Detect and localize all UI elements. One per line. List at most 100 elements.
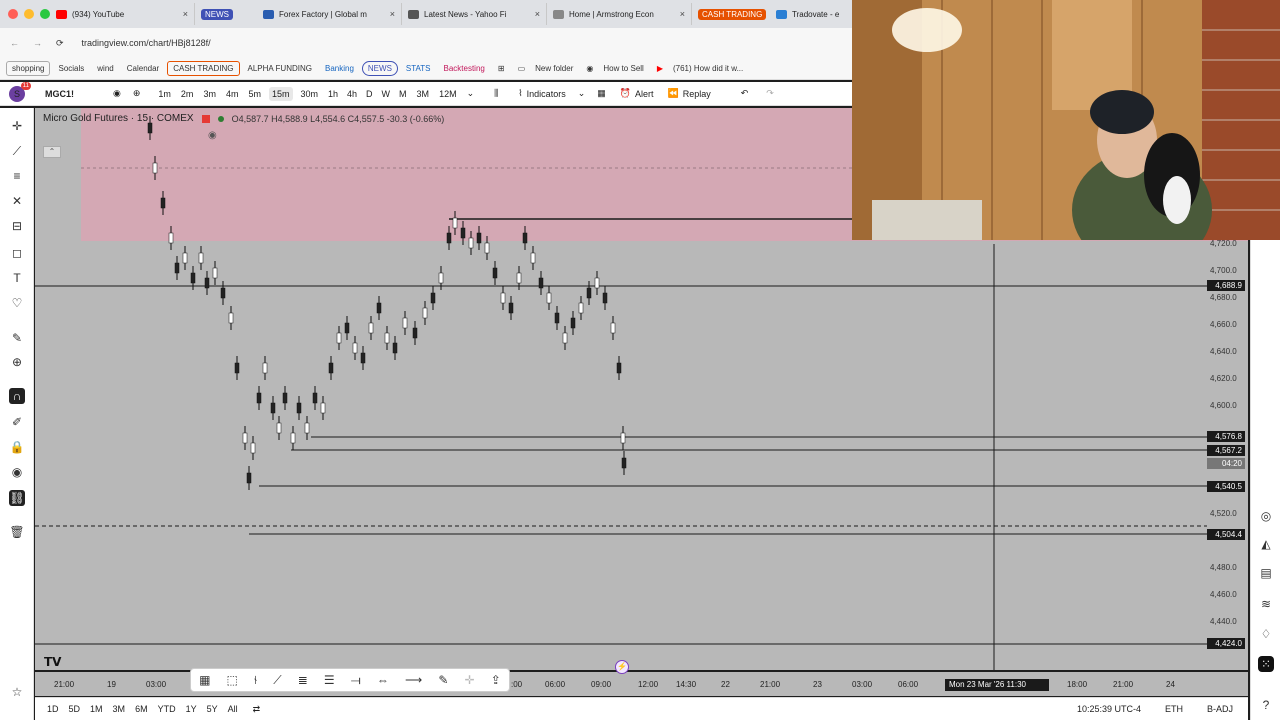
bookmark-youtube-video[interactable]: (761) How did it w... — [668, 62, 748, 75]
range-ytd[interactable]: YTD — [158, 704, 176, 714]
interval-d[interactable]: D — [366, 89, 373, 99]
range-3m[interactable]: 3M — [113, 704, 126, 714]
layout-icon[interactable]: ▦ — [597, 88, 606, 99]
collapse-legend-icon[interactable]: ⌃ — [43, 146, 61, 158]
chevron-down-icon[interactable]: ⌄ — [467, 88, 475, 99]
undo-icon[interactable]: ↶ — [741, 88, 749, 99]
heart-icon[interactable]: ♡ — [9, 295, 25, 311]
close-tab-icon[interactable]: × — [680, 9, 685, 19]
bookmark-new-folder[interactable]: New folder — [530, 62, 578, 75]
bookmark-news[interactable]: NEWS — [361, 61, 398, 76]
text-icon[interactable]: T — [9, 270, 25, 286]
apps-grid-icon[interactable]: ⊞ — [493, 62, 510, 75]
range-5y[interactable]: 5Y — [207, 704, 218, 714]
vertical-line-icon[interactable]: ⫮ — [254, 673, 257, 688]
date-range-icon[interactable]: ⇄ — [253, 704, 261, 715]
interval-30m[interactable]: 30m — [301, 89, 319, 99]
cash-trading-tab-group[interactable]: CASH TRADING — [692, 3, 770, 25]
back-icon[interactable]: ← — [10, 38, 19, 48]
browser-tab[interactable]: Home | Armstrong Econ × — [547, 3, 692, 25]
eye-icon[interactable]: ◉ — [113, 88, 121, 99]
apps-icon[interactable]: ⁙ — [1258, 656, 1274, 672]
session-toggle[interactable]: ETH — [1165, 704, 1183, 714]
browser-tab[interactable]: Forex Factory | Global m × — [257, 3, 402, 25]
flag-icon[interactable] — [201, 114, 210, 123]
redo-icon[interactable]: ↷ — [766, 88, 774, 99]
interval-m[interactable]: M — [399, 89, 407, 99]
bookmark-banking[interactable]: Banking — [320, 62, 359, 75]
crosshair-icon[interactable]: ✛ — [9, 118, 25, 134]
export-icon[interactable]: ⇪ — [491, 673, 501, 687]
channel-icon[interactable]: ☰ — [324, 673, 335, 687]
brush-icon[interactable]: ✎ — [438, 673, 448, 687]
magnet-icon[interactable]: ∩ — [9, 388, 25, 404]
symbol-search[interactable]: MGC1! — [45, 89, 105, 99]
interval-15m[interactable]: 15m — [268, 86, 293, 101]
reload-icon[interactable]: ⟳ — [56, 38, 64, 49]
bookmark-wind[interactable]: wind — [92, 62, 118, 75]
range-icon[interactable]: ⇔ — [377, 673, 389, 687]
interval-5m[interactable]: 5m — [248, 89, 261, 99]
zoom-window-button[interactable] — [40, 9, 50, 19]
bookmark-how-to-sell[interactable]: How to Sell — [598, 62, 648, 75]
range-5d[interactable]: 5D — [69, 704, 81, 714]
lightning-icon[interactable]: ⚡ — [615, 660, 629, 674]
minimize-window-button[interactable] — [24, 9, 34, 19]
eye-icon[interactable]: ◉ — [208, 130, 217, 141]
news-tab-group[interactable]: NEWS — [195, 3, 257, 25]
close-tab-icon[interactable]: × — [390, 9, 395, 19]
browser-tab[interactable]: Latest News - Yahoo Fi × — [402, 3, 547, 25]
grid-icon[interactable]: ▦ — [199, 673, 210, 687]
layers-icon[interactable]: ◭ — [1258, 536, 1274, 552]
interval-1h[interactable]: 1h — [328, 89, 338, 99]
bookmark-shopping[interactable]: shopping — [6, 61, 51, 76]
horizontal-ray-icon[interactable]: ⟞ — [351, 673, 361, 688]
arrow-icon[interactable]: ⟶ — [405, 673, 422, 687]
interval-4m[interactable]: 4m — [226, 89, 239, 99]
rectangle-icon[interactable]: ⬚ — [227, 673, 238, 687]
pattern-icon[interactable]: ✕ — [9, 193, 25, 209]
lock-icon[interactable]: 🔒 — [9, 439, 25, 455]
bookmark-stats[interactable]: STATS — [401, 62, 436, 75]
forward-icon[interactable]: → — [33, 38, 42, 48]
range-all[interactable]: All — [228, 704, 238, 714]
interval-4h[interactable]: 4h — [347, 89, 357, 99]
favorites-icon[interactable]: ☆ — [9, 684, 25, 700]
help-icon[interactable]: ? — [1258, 697, 1274, 713]
close-tab-icon[interactable]: × — [183, 9, 188, 19]
target-icon[interactable]: ◎ — [1258, 508, 1274, 524]
calendar-icon[interactable]: ▤ — [1258, 565, 1274, 581]
zoom-icon[interactable]: ⊕ — [9, 354, 25, 370]
url-field[interactable]: tradingview.com/chart/HBj8128f/ — [82, 38, 211, 48]
bookmark-cash-trading[interactable]: CASH TRADING — [167, 61, 240, 76]
symbol-title[interactable]: Micro Gold Futures · 15 · COMEX — [43, 113, 194, 124]
range-1m[interactable]: 1M — [90, 704, 103, 714]
link-icon[interactable]: ⛓ — [9, 490, 25, 506]
fib-icon[interactable]: ≡ — [9, 168, 25, 184]
interval-1m[interactable]: 1m — [158, 89, 171, 99]
bookmark-alpha-funding[interactable]: ALPHA FUNDING — [243, 62, 317, 75]
trendline-icon[interactable]: ⟋ — [9, 143, 25, 159]
clock-display[interactable]: 10:25:39 UTC-4 — [1077, 704, 1141, 714]
chevron-down-icon[interactable]: ⌄ — [578, 88, 586, 99]
trendline-icon[interactable]: ⟋ — [273, 673, 281, 688]
bookmark-socials[interactable]: Socials — [53, 62, 89, 75]
replay-button[interactable]: Replay — [683, 89, 711, 99]
interval-2m[interactable]: 2m — [181, 89, 194, 99]
range-6m[interactable]: 6M — [135, 704, 148, 714]
close-tab-icon[interactable]: × — [535, 9, 540, 19]
avatar[interactable]: S 11 — [9, 81, 31, 102]
alert-button[interactable]: Alert — [635, 89, 654, 99]
interval-3m[interactable]: 3m — [203, 89, 216, 99]
bookmark-calendar[interactable]: Calendar — [122, 62, 164, 75]
range-1y[interactable]: 1Y — [186, 704, 197, 714]
bookmark-backtesting[interactable]: Backtesting — [439, 62, 490, 75]
browser-tab[interactable]: (934) YouTube × — [50, 3, 195, 25]
candle-type-icon[interactable]: ⫼ — [494, 88, 498, 99]
parallel-channel-icon[interactable]: ≣ — [298, 673, 308, 687]
bell-icon[interactable]: ♢ — [1258, 626, 1274, 642]
interval-w[interactable]: W — [382, 89, 391, 99]
feed-icon[interactable]: ≋ — [1258, 596, 1274, 612]
adjustment-toggle[interactable]: B-ADJ — [1207, 704, 1233, 714]
lock-drawing-icon[interactable]: ✐ — [9, 414, 25, 430]
